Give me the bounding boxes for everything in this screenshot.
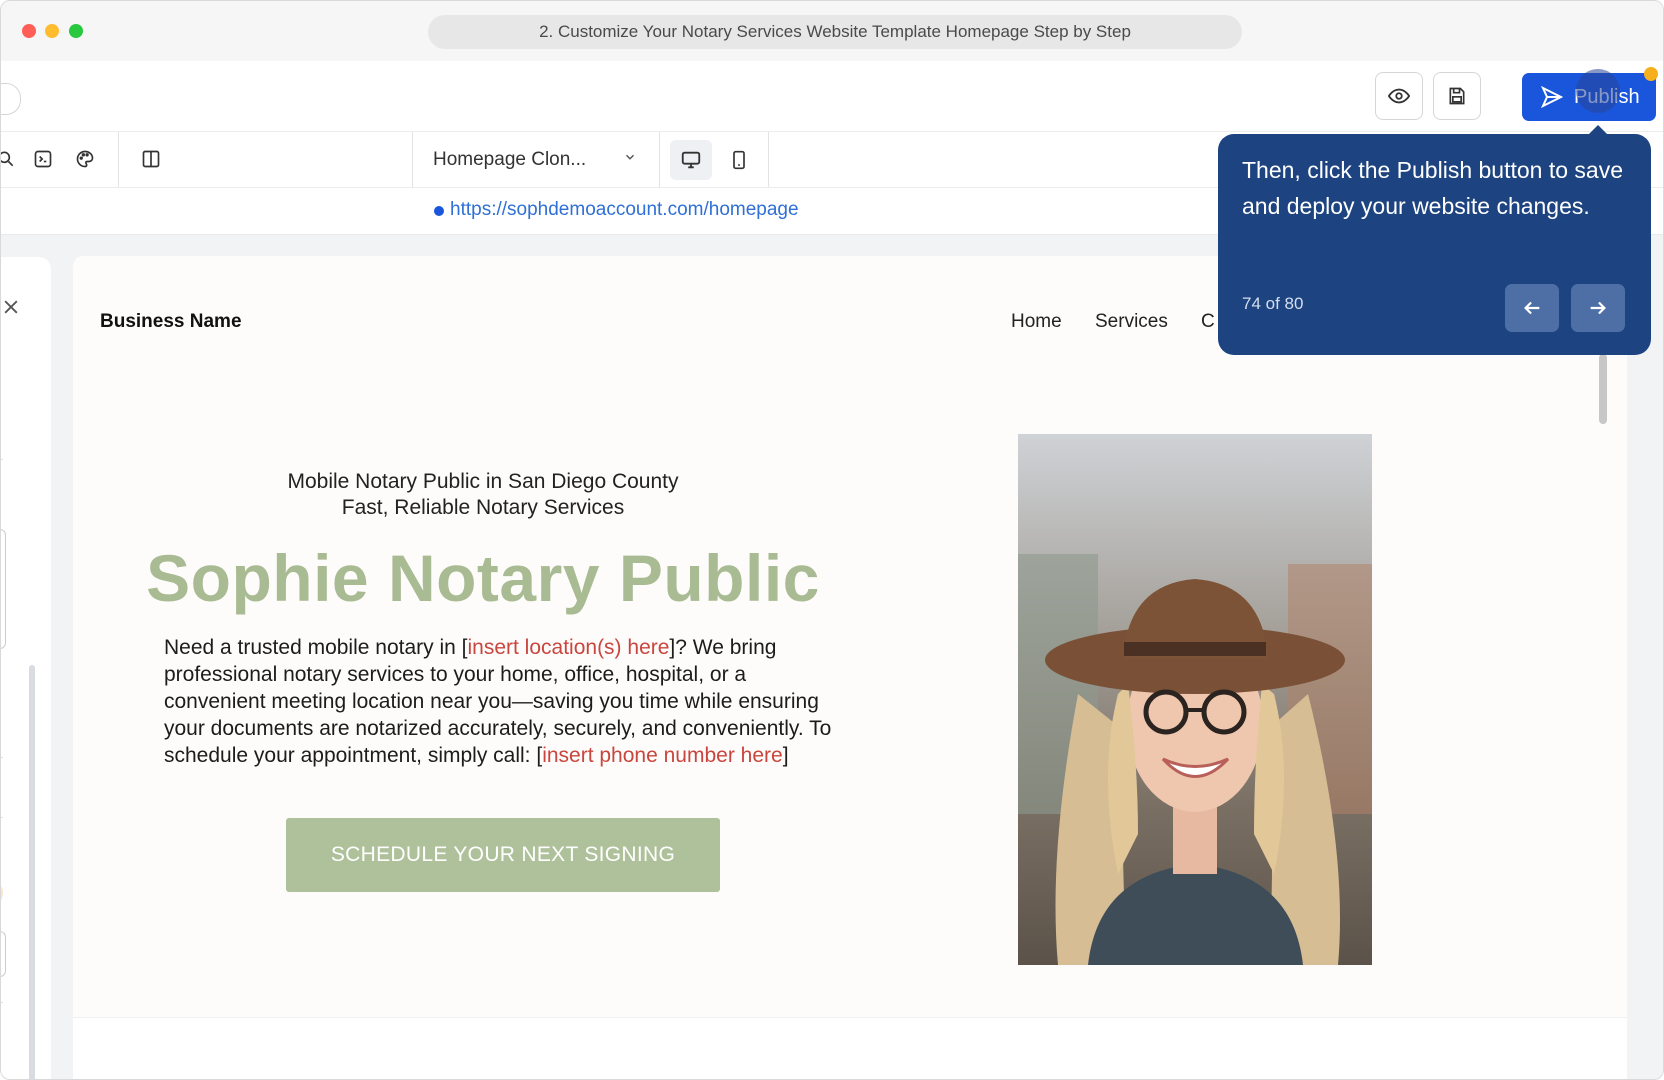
left-toolbar-chip[interactable] [1,83,21,115]
hero-subtitle-line-1: Mobile Notary Public in San Diego County [287,470,679,493]
search-icon[interactable] [1,146,19,172]
phone-placeholder: insert phone number here [542,744,783,767]
tooltip-step-counter: 74 of 80 [1242,294,1304,313]
divider [118,132,119,187]
divider [1,757,3,758]
panel-input[interactable] [1,931,6,977]
panel-badge [1,879,3,907]
next-section [73,1017,1627,1079]
minimize-window-button[interactable] [45,24,59,38]
window-title: 2. Customize Your Notary Services Websit… [428,15,1242,49]
business-name[interactable]: Business Name [100,311,242,333]
browser-window: 2. Customize Your Notary Services Websit… [0,0,1664,1080]
page-select-value: Homepage Clon... [433,148,587,170]
hero-body-text: Need a trusted mobile notary in [insert … [164,634,844,769]
nav-home[interactable]: Home [1011,311,1062,333]
code-terminal-icon[interactable] [30,146,56,172]
hero-subtitle-line-2: Fast, Reliable Notary Services [341,496,625,519]
live-status-dot [434,206,444,216]
page-select-dropdown[interactable]: Homepage Clon... [413,132,659,187]
divider [768,132,769,187]
body-text: Need a trusted mobile notary in [ [164,636,468,659]
nav-services[interactable]: Services [1095,311,1168,333]
nav-contact[interactable]: C [1201,311,1215,333]
panel-textarea[interactable] [1,529,6,649]
editor-canvas: Business Name Home Services C Mobile Not… [1,235,1663,1079]
maximize-window-button[interactable] [69,24,83,38]
divider [659,132,660,187]
panel-scrollbar[interactable] [29,665,35,1079]
columns-layout-icon[interactable] [138,146,164,172]
notification-dot [1644,67,1658,81]
preview-scrollbar[interactable] [1599,354,1607,424]
site-url-link[interactable]: https://sophdemoaccount.com/homepage [450,199,799,221]
eye-icon [1388,88,1410,104]
tooltip-text: Then, click the Publish button to save a… [1242,157,1623,219]
mobile-view-button[interactable] [718,140,760,180]
website-preview: Business Name Home Services C Mobile Not… [73,256,1627,1079]
editor-top-toolbar: Publish [1,61,1663,132]
desktop-view-button[interactable] [670,140,712,180]
palette-icon[interactable] [72,146,98,172]
click-indicator [1576,69,1620,113]
divider [1,459,3,460]
close-icon[interactable] [1,297,21,317]
preview-button[interactable] [1375,72,1423,120]
save-button[interactable] [1433,72,1481,120]
left-side-panel [1,257,51,1079]
title-bar: 2. Customize Your Notary Services Websit… [1,1,1663,62]
mobile-icon [733,150,745,170]
divider [1,817,3,818]
save-icon [1449,87,1465,105]
send-icon [1540,85,1564,109]
hero-title: Sophie Notary Public [146,541,820,615]
divider [1,1002,3,1003]
schedule-signing-button[interactable]: SCHEDULE YOUR NEXT SIGNING [286,818,720,892]
guide-tooltip: Then, click the Publish button to save a… [1218,134,1651,355]
hero-portrait-photo [1018,434,1372,965]
body-text: ] [782,744,789,767]
arrow-right-icon [1590,301,1606,315]
arrow-left-icon [1524,301,1540,315]
chevron-down-icon [625,154,635,160]
tooltip-next-button[interactable] [1571,284,1625,332]
desktop-icon [681,151,701,169]
location-placeholder: insert location(s) here [467,636,670,659]
close-window-button[interactable] [22,24,36,38]
tooltip-prev-button[interactable] [1505,284,1559,332]
